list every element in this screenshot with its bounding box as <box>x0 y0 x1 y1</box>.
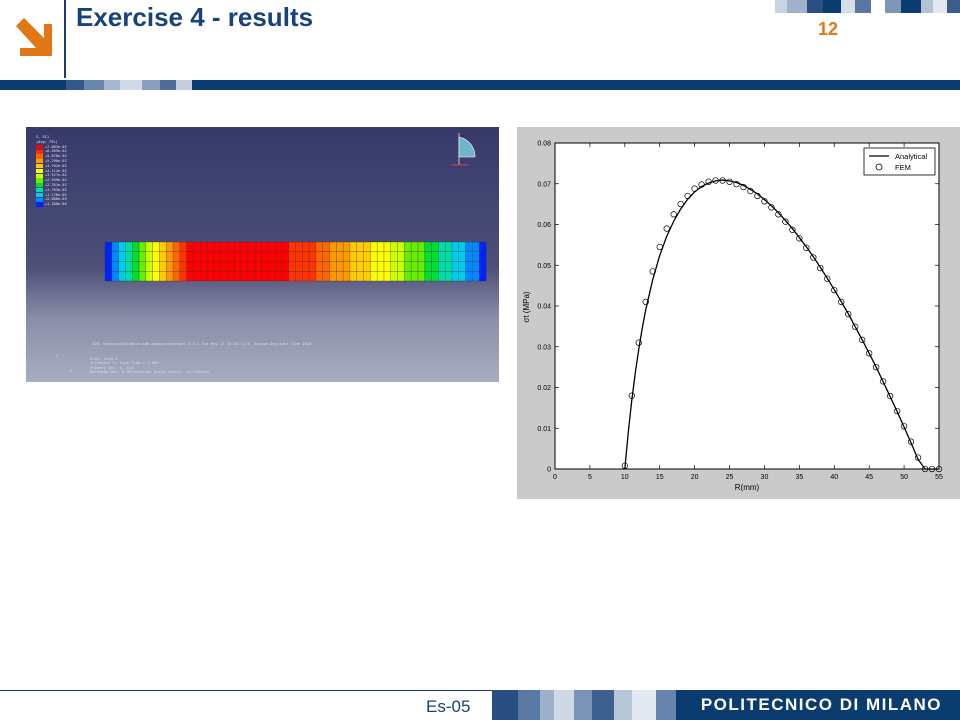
contour-legend: S, S11 (Avg: 75%) +7.063e-02 +6.465e-02 +5… <box>36 135 84 213</box>
footer-label: Es-05 <box>426 697 471 716</box>
step-line: Deformed Var: U Deformation Scale Factor… <box>90 369 209 375</box>
triad-x-label: X <box>70 368 73 373</box>
chart-legend: Analytical FEM <box>863 147 936 176</box>
legend-label-analytical: Analytical <box>895 152 927 161</box>
legend-swatch <box>36 178 43 183</box>
step-info: Step: Step-1 Increment 1: Step Time = 1.… <box>90 356 209 375</box>
y-tick-label: 0.02 <box>537 385 551 392</box>
legend-swatch <box>36 192 43 198</box>
logo-divider <box>64 0 66 78</box>
x-tick-label: 40 <box>830 474 838 481</box>
stress-chart: 0 0.01 0.02 0.03 0.04 0.05 0.06 0.07 0.08 0 5 10 15… <box>522 141 943 493</box>
x-tick-label: 15 <box>656 474 664 481</box>
legend-swatch <box>36 197 43 202</box>
x-tick-label: 45 <box>865 474 873 481</box>
plot-area <box>554 142 940 470</box>
footer-tiles <box>492 690 697 720</box>
fem-contour-image: S, S11 (Avg: 75%) +7.063e-02 +6.465e-02 +5… <box>26 127 499 382</box>
y-tick-label: 0.07 <box>537 181 551 188</box>
x-tick-label: 50 <box>900 474 908 481</box>
x-tick-label: 10 <box>621 474 629 481</box>
odb-info: ODB: RotatingDiskHole.odb Abaqus/Standar… <box>92 341 312 346</box>
legend-value: +1.268e-06 <box>45 202 67 207</box>
y-axis-label: σt (MPa) <box>522 291 531 322</box>
x-tick-label: 30 <box>761 474 769 481</box>
legend-swatch <box>36 144 43 150</box>
contour-bar <box>104 241 487 282</box>
legend-swatch <box>36 159 43 164</box>
x-tick-label: 55 <box>935 474 943 481</box>
footer-band: POLITECNICO DI MILANO <box>492 690 960 720</box>
legend-label-fem: FEM <box>895 163 911 172</box>
legend-swatch <box>36 154 43 159</box>
header-band-tiles <box>66 80 192 90</box>
y-tick-label: 0.08 <box>537 141 551 148</box>
page-number: 12 <box>818 19 839 39</box>
slide-title: Exercise 4 - results <box>76 2 314 32</box>
legend-swatch <box>36 202 43 207</box>
arrow-down-right-icon <box>10 14 56 60</box>
legend-row: +1.268e-06 <box>36 202 84 207</box>
y-tick-label: 0.01 <box>537 426 551 433</box>
legend-swatch <box>36 183 43 188</box>
x-tick-label: 20 <box>691 474 699 481</box>
triad-y-label: Y <box>56 353 59 358</box>
y-tick-label: 0.05 <box>537 263 551 270</box>
y-tick-label: 0.04 <box>537 304 551 311</box>
brand-name: POLITECNICO DI MILANO <box>700 695 942 714</box>
x-tick-label: 35 <box>795 474 803 481</box>
x-axis-label: R(mm) <box>735 483 760 492</box>
legend-swatch <box>36 173 43 178</box>
y-tick-label: 0.06 <box>537 222 551 229</box>
legend-swatch <box>36 164 43 169</box>
y-tick-label: 0 <box>547 467 551 474</box>
legend-swatch <box>36 149 43 154</box>
y-tick-label: 0.03 <box>537 344 551 351</box>
legend-swatch <box>36 168 43 174</box>
top-decor-tiles <box>775 0 960 13</box>
x-tick-label: 5 <box>588 474 592 481</box>
x-tick-label: 0 <box>553 474 557 481</box>
legend-swatch <box>36 188 43 193</box>
stress-chart-panel: 0 0.01 0.02 0.03 0.04 0.05 0.06 0.07 0.08 0 5 10 15… <box>517 127 960 499</box>
x-tick-label: 25 <box>726 474 734 481</box>
polimi-arrow-logo <box>10 14 56 60</box>
